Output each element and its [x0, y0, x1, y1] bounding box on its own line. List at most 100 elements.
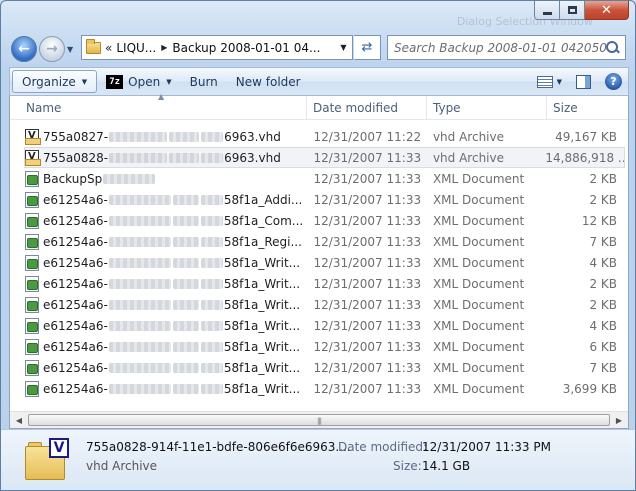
details-file-name: 755a0828-914f-11e1-bdfe-806e6f6e6963.... [86, 440, 351, 454]
xml-file-icon [25, 254, 39, 271]
minimize-button[interactable] [534, 1, 560, 20]
scroll-right-icon[interactable]: ▶ [612, 414, 626, 426]
preview-pane-icon[interactable] [576, 74, 591, 89]
redacted-text [200, 299, 223, 310]
breadcrumb-item[interactable]: Backup 2008-01-01 04... [172, 41, 320, 55]
file-name-cell: e61254a6- 58f1a_Writ... [25, 317, 307, 334]
maximize-icon [567, 6, 577, 14]
organize-button[interactable]: Organize ▼ [12, 70, 98, 93]
file-name-suffix: 58f1a_Writ... [223, 381, 301, 396]
details-pane: V 755a0828-914f-11e1-bdfe-806e6f6e6963..… [1, 429, 635, 490]
search-input[interactable]: Search Backup 2008-01-01 042050 [388, 41, 606, 55]
redacted-text [172, 278, 199, 289]
column-header: ▲ Name Date modified Type Size [10, 92, 628, 120]
address-dropdown[interactable]: ▼ [334, 36, 352, 59]
file-name-prefix: e61254a6- [43, 234, 108, 249]
breadcrumb-overflow[interactable]: « [105, 41, 112, 55]
table-row[interactable]: e61254a6- 58f1a_Writ... 12/31/2007 11:33 .… [24, 294, 625, 315]
search-icon[interactable] [606, 40, 620, 55]
file-name-suffix: 58f1a_Writ... [223, 318, 301, 333]
xml-file-icon [25, 317, 39, 334]
forward-arrow-icon: → [46, 41, 58, 57]
file-date-cell: 12/31/2007 11:33 ... [313, 297, 426, 312]
table-row[interactable]: e61254a6- 58f1a_Com... 12/31/2007 11:33 ..… [24, 210, 625, 231]
file-type-cell: XML Document [432, 297, 525, 312]
new-folder-button[interactable]: New folder [227, 70, 310, 93]
redacted-text [108, 362, 171, 373]
redacted-text [200, 236, 223, 247]
back-button[interactable]: ← [11, 36, 37, 62]
table-row[interactable]: e61254a6- 58f1a_Writ... 12/31/2007 11:33 .… [24, 315, 625, 336]
redacted-text [200, 257, 223, 268]
file-date-cell: 12/31/2007 11:33 ... [313, 171, 426, 186]
views-icon[interactable] [536, 75, 553, 88]
address-bar[interactable]: « LIQU... ▶ Backup 2008-01-01 04... ▼ [81, 35, 353, 60]
redacted-text [172, 320, 199, 331]
file-type-cell: vhd Archive [432, 129, 504, 144]
table-row[interactable]: 755a0827- 6963.vhd 12/31/2007 11:22 ... vhd… [24, 126, 625, 147]
maximize-button[interactable] [560, 1, 585, 20]
column-name[interactable]: ▲ Name [10, 92, 307, 120]
file-date-cell: 12/31/2007 11:33 ... [313, 381, 426, 396]
recent-pages-dropdown[interactable]: ▼ [67, 45, 73, 54]
xml-file-icon [25, 338, 39, 355]
table-row[interactable]: e61254a6- 58f1a_Writ... 12/31/2007 11:33 .… [24, 357, 625, 378]
table-row[interactable]: e61254a6- 58f1a_Writ... 12/31/2007 11:33 .… [24, 252, 625, 273]
file-name-prefix: e61254a6- [43, 360, 108, 375]
redacted-text [172, 236, 199, 247]
search-box[interactable]: Search Backup 2008-01-01 042050 [387, 35, 626, 60]
redacted-text [108, 341, 171, 352]
file-name-suffix: 58f1a_Regi... [223, 234, 302, 249]
file-name-suffix: 6963.vhd [224, 150, 281, 165]
scroll-left-icon[interactable]: ◀ [12, 414, 26, 426]
caption-buttons: ✕ [534, 1, 629, 20]
redacted-text [172, 341, 199, 352]
help-icon[interactable]: ? [605, 73, 622, 90]
open-button[interactable]: 7z Open ▼ [97, 70, 180, 93]
scrollbar-thumb[interactable]: ||| [28, 414, 610, 426]
sort-ascending-icon: ▲ [158, 92, 165, 101]
file-name-cell: e61254a6- 58f1a_Writ... [25, 380, 307, 397]
horizontal-scrollbar[interactable]: ◀ ||| ▶ [10, 411, 628, 428]
xml-file-icon [25, 359, 39, 376]
file-name-prefix: e61254a6- [43, 255, 108, 270]
file-date-cell: 12/31/2007 11:33 ... [313, 318, 426, 333]
column-date-modified[interactable]: Date modified [307, 96, 427, 120]
breadcrumb-separator-icon[interactable]: ▶ [161, 43, 167, 52]
redacted-text [200, 341, 223, 352]
xml-file-icon [25, 170, 39, 187]
table-row[interactable]: e61254a6- 58f1a_Writ... 12/31/2007 11:33 .… [24, 378, 625, 399]
table-row[interactable]: e61254a6- 58f1a_Writ... 12/31/2007 11:33 .… [24, 336, 625, 357]
refresh-button[interactable]: ⇄ [354, 35, 381, 60]
close-button[interactable]: ✕ [585, 1, 629, 20]
xml-file-icon [25, 380, 39, 397]
column-size-label: Size [553, 101, 578, 115]
file-size-cell: 14,886,918 ... [545, 150, 624, 165]
table-row[interactable]: e61254a6- 58f1a_Regi... 12/31/2007 11:33 .… [24, 231, 625, 252]
xml-file-icon [25, 212, 39, 229]
views-dropdown-icon[interactable]: ▼ [557, 78, 562, 86]
forward-button[interactable]: → [39, 36, 65, 62]
file-name-cell: e61254a6- 58f1a_Com... [25, 212, 307, 229]
breadcrumb-item[interactable]: LIQU... [116, 41, 156, 55]
command-bar: Organize ▼ 7z Open ▼ Burn New folder ▼ ? [9, 67, 629, 96]
column-size[interactable]: Size [547, 96, 628, 120]
file-type-cell: XML Document [432, 360, 525, 375]
column-type[interactable]: Type [427, 96, 547, 120]
file-name-prefix: e61254a6- [43, 297, 108, 312]
details-date-label: Date modified: [338, 440, 428, 454]
redacted-text [200, 320, 223, 331]
file-type-cell: XML Document [432, 255, 525, 270]
table-row[interactable]: 755a0828- 6963.vhd 12/31/2007 11:33 ... vhd… [24, 147, 625, 168]
file-size-cell: 3,699 KB [562, 381, 617, 396]
file-size-cell: 7 KB [589, 234, 617, 249]
redacted-text [109, 131, 168, 142]
table-row[interactable]: BackupSp 12/31/2007 11:33 ... XML Document… [24, 168, 625, 189]
file-name-suffix: 58f1a_Writ... [223, 360, 301, 375]
redacted-text [108, 299, 171, 310]
burn-button[interactable]: Burn [181, 70, 227, 93]
table-row[interactable]: e61254a6- 58f1a_Addi... 12/31/2007 11:33 .… [24, 189, 625, 210]
redacted-text [108, 320, 171, 331]
table-row[interactable]: e61254a6- 58f1a_Writ... 12/31/2007 11:33 .… [24, 273, 625, 294]
file-name-suffix: 58f1a_Writ... [223, 339, 301, 354]
